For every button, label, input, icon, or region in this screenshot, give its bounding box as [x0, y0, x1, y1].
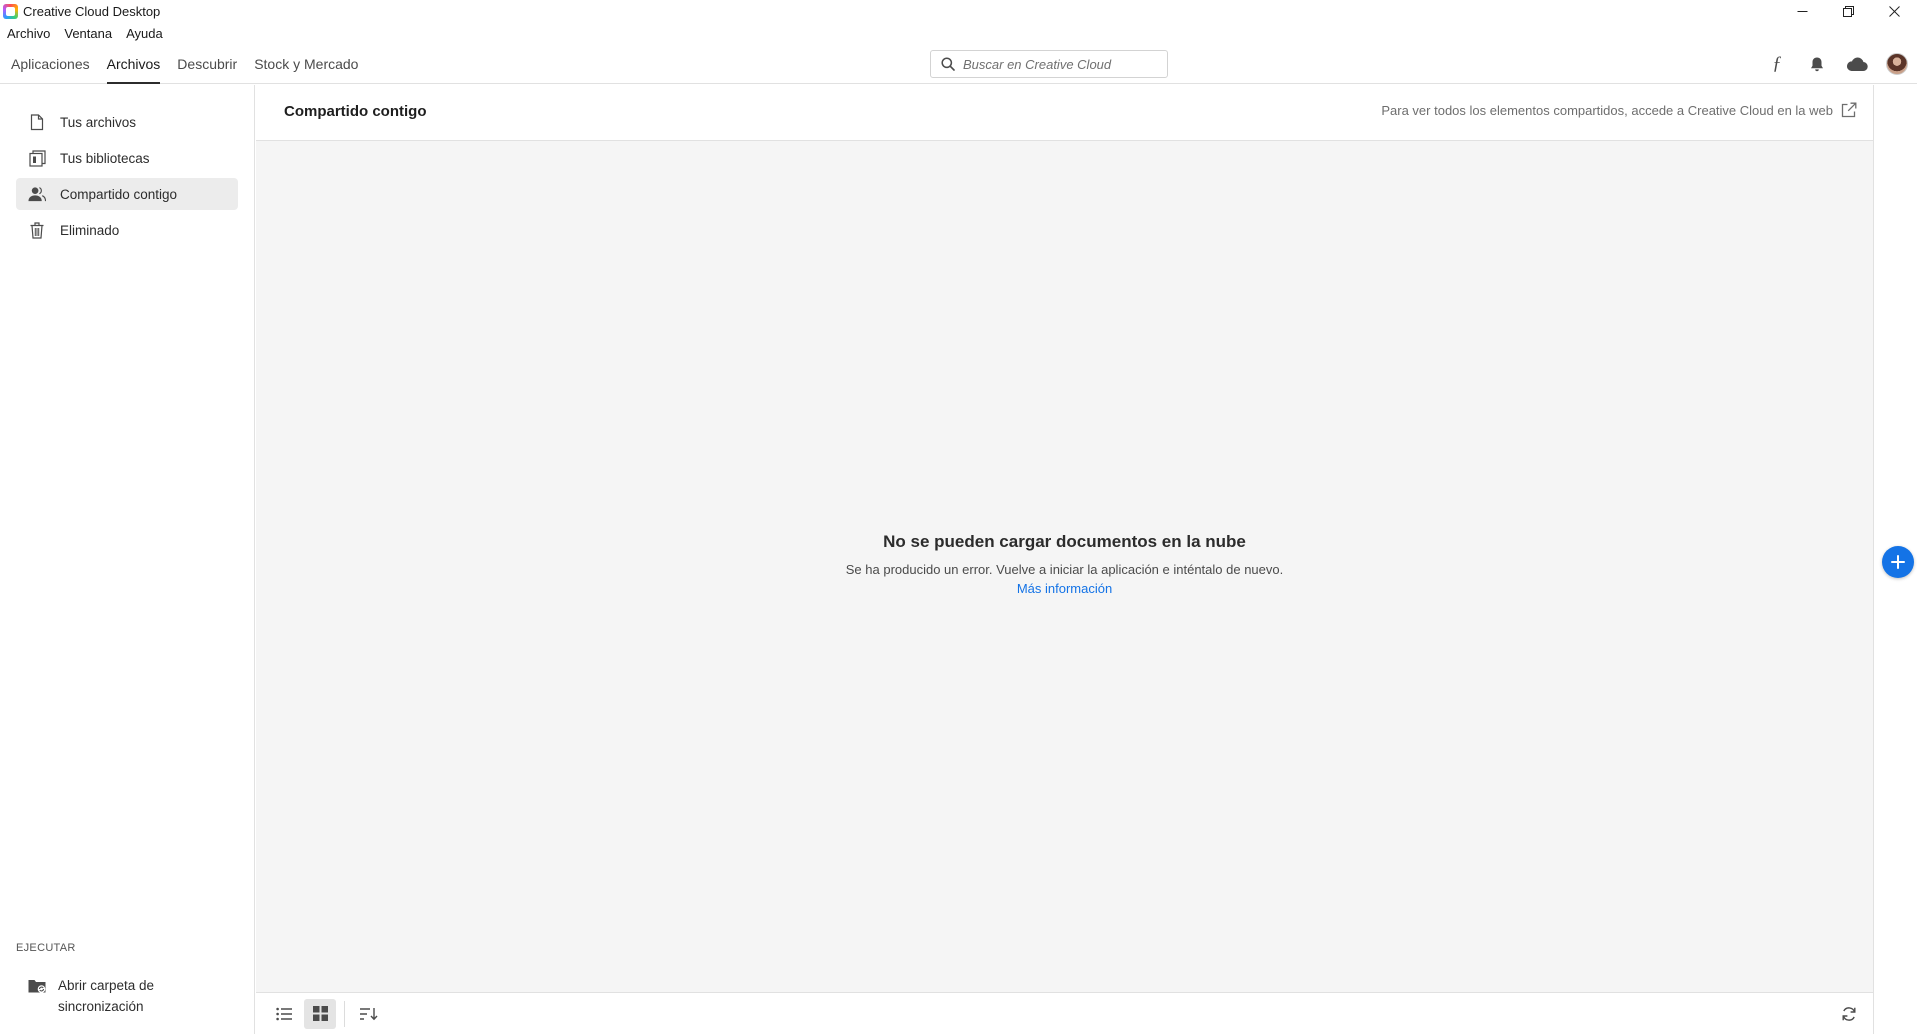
search-icon — [941, 57, 955, 71]
cloud-icon — [1846, 57, 1868, 71]
close-button[interactable] — [1871, 0, 1917, 22]
sidebar-item-label: Tus bibliotecas — [60, 150, 150, 166]
main-panel: Compartido contigo Para ver todos los el… — [256, 85, 1873, 1034]
nav-icons: ƒ — [1757, 44, 1917, 84]
open-sync-folder-button[interactable]: Abrir carpeta de sincronización — [28, 975, 238, 1017]
tab-stock-y-mercado[interactable]: Stock y Mercado — [254, 44, 358, 84]
tab-aplicaciones[interactable]: Aplicaciones — [11, 44, 90, 84]
account-button[interactable] — [1877, 44, 1917, 84]
sidebar-item-compartido-contigo[interactable]: Compartido contigo — [16, 178, 238, 210]
list-view-button[interactable] — [268, 999, 300, 1029]
tab-archivos[interactable]: Archivos — [106, 44, 160, 84]
refresh-icon — [1842, 1007, 1856, 1021]
sidebar-item-eliminado[interactable]: Eliminado — [16, 214, 238, 246]
notifications-button[interactable] — [1797, 44, 1837, 84]
list-view-icon — [276, 1007, 292, 1020]
top-navigation: Aplicaciones Archivos Descubrir Stock y … — [0, 44, 1917, 84]
fonts-button[interactable]: ƒ — [1757, 44, 1797, 84]
restore-icon — [1842, 5, 1854, 17]
sort-button[interactable] — [353, 999, 385, 1029]
web-hint-text: Para ver todos los elementos compartidos… — [1381, 102, 1833, 118]
sidebar: Tus archivos Tus bibliotecas Compartido … — [0, 85, 255, 1034]
cloud-status-button[interactable] — [1837, 44, 1877, 84]
avatar — [1886, 53, 1908, 75]
error-empty-state: No se pueden cargar documentos en la nub… — [256, 532, 1873, 596]
page-title: Compartido contigo — [284, 103, 427, 120]
add-button[interactable] — [1882, 546, 1914, 578]
library-icon — [28, 149, 46, 167]
sidebar-item-tus-archivos[interactable]: Tus archivos — [16, 106, 238, 138]
open-web-link[interactable]: Para ver todos los elementos compartidos… — [1381, 102, 1857, 118]
error-message: Se ha producido un error. Vuelve a inici… — [845, 562, 1284, 577]
trash-icon — [28, 221, 46, 239]
restore-button[interactable] — [1825, 0, 1871, 22]
more-info-link[interactable]: Más información — [1017, 581, 1112, 596]
menu-bar: Archivo Ventana Ayuda — [0, 22, 177, 44]
title-bar: Creative Cloud Desktop — [0, 0, 1917, 22]
menu-ayuda[interactable]: Ayuda — [126, 26, 163, 41]
people-icon — [28, 185, 46, 203]
tab-descubrir[interactable]: Descubrir — [177, 44, 237, 84]
creative-cloud-logo-icon — [3, 3, 18, 19]
nav-tabs: Aplicaciones Archivos Descubrir Stock y … — [11, 44, 375, 84]
minimize-icon — [1797, 10, 1807, 12]
window-controls — [1779, 0, 1917, 22]
window-title: Creative Cloud Desktop — [23, 3, 161, 19]
search-input[interactable] — [963, 56, 1153, 72]
refresh-button[interactable] — [1833, 999, 1865, 1029]
search-box[interactable] — [930, 50, 1168, 78]
sort-icon — [360, 1007, 378, 1020]
sidebar-item-tus-bibliotecas[interactable]: Tus bibliotecas — [16, 142, 238, 174]
error-title: No se pueden cargar documentos en la nub… — [883, 532, 1246, 551]
close-icon — [1888, 5, 1900, 17]
sidebar-item-label: Compartido contigo — [60, 186, 178, 202]
section-label-ejecutar: EJECUTAR — [16, 942, 76, 954]
footer-divider — [344, 1000, 345, 1027]
main-header: Compartido contigo Para ver todos los el… — [256, 85, 1873, 141]
menu-ventana[interactable]: Ventana — [64, 26, 112, 41]
fonts-icon: ƒ — [1772, 53, 1782, 74]
sync-folder-icon — [28, 978, 46, 994]
sidebar-item-label: Eliminado — [60, 222, 120, 238]
file-icon — [28, 113, 46, 131]
bell-icon — [1811, 57, 1823, 71]
content-area: No se pueden cargar documentos en la nub… — [256, 141, 1873, 992]
sync-folder-label: Abrir carpeta de sincronización — [58, 978, 155, 1014]
footer-toolbar — [256, 992, 1873, 1034]
sidebar-item-label: Tus archivos — [60, 114, 137, 130]
grid-view-icon — [312, 1006, 328, 1021]
grid-view-button[interactable] — [304, 998, 336, 1029]
minimize-button[interactable] — [1779, 0, 1825, 22]
plus-icon — [1891, 555, 1905, 569]
external-link-icon — [1841, 102, 1857, 118]
menu-archivo[interactable]: Archivo — [7, 26, 50, 41]
